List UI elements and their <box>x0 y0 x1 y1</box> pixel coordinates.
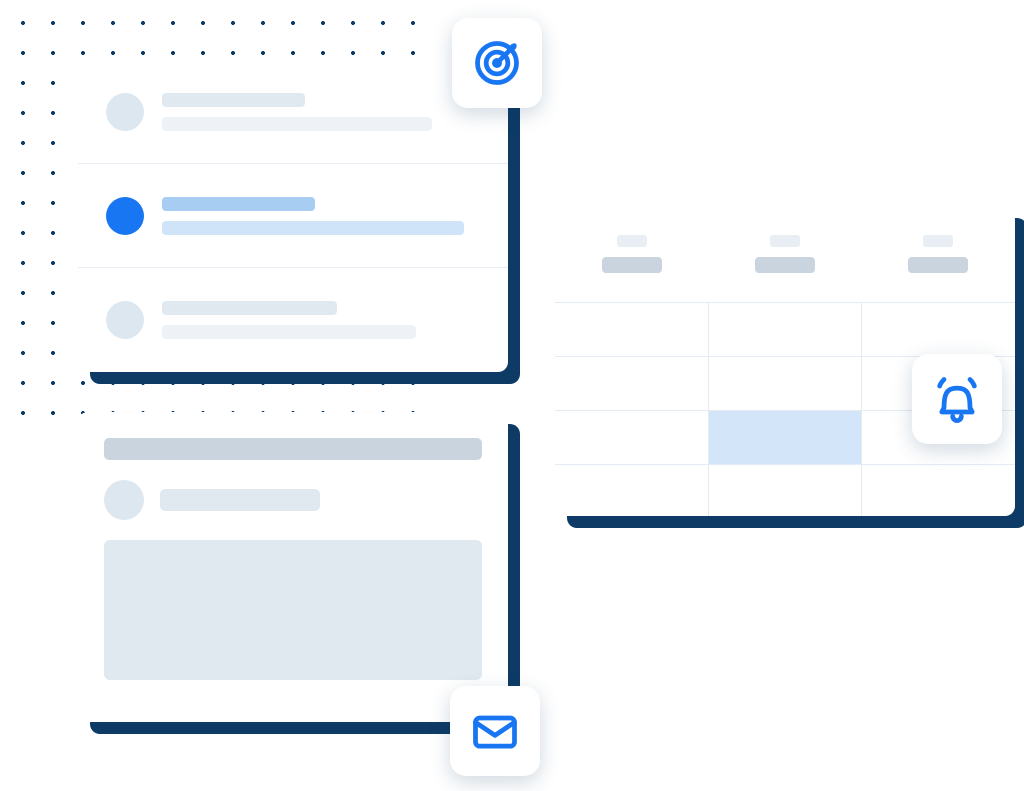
calendar-cell[interactable] <box>709 464 863 516</box>
text-placeholder <box>162 301 337 315</box>
text-placeholder <box>162 325 416 339</box>
list-card <box>78 60 508 372</box>
compose-card <box>78 412 508 722</box>
text-placeholder <box>617 235 647 247</box>
calendar-cell[interactable] <box>709 410 863 464</box>
text-placeholder <box>162 197 315 211</box>
calendar-cell[interactable] <box>709 302 863 356</box>
calendar-cell[interactable] <box>862 464 1015 516</box>
list-item-text <box>162 93 480 131</box>
calendar-cell[interactable] <box>555 356 709 410</box>
calendar-cell[interactable] <box>555 410 709 464</box>
mail-icon <box>469 705 521 757</box>
text-placeholder <box>162 221 464 235</box>
target-icon-badge <box>452 18 542 108</box>
bell-icon-badge <box>912 354 1002 444</box>
list-item-text <box>162 197 480 235</box>
avatar-placeholder <box>106 301 144 339</box>
calendar-cell[interactable] <box>709 356 863 410</box>
list-item-text <box>162 301 480 339</box>
target-icon <box>471 37 523 89</box>
avatar-placeholder <box>106 93 144 131</box>
calendar-cell[interactable] <box>555 302 709 356</box>
text-placeholder <box>755 257 815 273</box>
compose-body-placeholder[interactable] <box>104 540 482 680</box>
calendar-day-header <box>555 206 708 302</box>
list-item[interactable] <box>78 60 508 164</box>
calendar-event[interactable] <box>709 411 862 464</box>
text-placeholder <box>908 257 968 273</box>
calendar-day-header <box>708 206 861 302</box>
calendar-row <box>555 302 1015 356</box>
calendar-header <box>555 206 1015 302</box>
bell-icon <box>931 373 983 425</box>
sender-name-placeholder <box>160 489 320 511</box>
text-placeholder <box>602 257 662 273</box>
list-item[interactable] <box>78 164 508 268</box>
avatar-placeholder <box>104 480 144 520</box>
calendar-cell[interactable] <box>862 302 1015 356</box>
list-item[interactable] <box>78 268 508 372</box>
mail-icon-badge <box>450 686 540 776</box>
calendar-cell[interactable] <box>555 464 709 516</box>
text-placeholder <box>162 117 432 131</box>
compose-subject-placeholder <box>104 438 482 460</box>
compose-sender-row <box>104 480 482 520</box>
text-placeholder <box>770 235 800 247</box>
calendar-day-header <box>862 206 1015 302</box>
calendar-row <box>555 464 1015 516</box>
avatar-placeholder <box>106 197 144 235</box>
text-placeholder <box>162 93 305 107</box>
text-placeholder <box>923 235 953 247</box>
